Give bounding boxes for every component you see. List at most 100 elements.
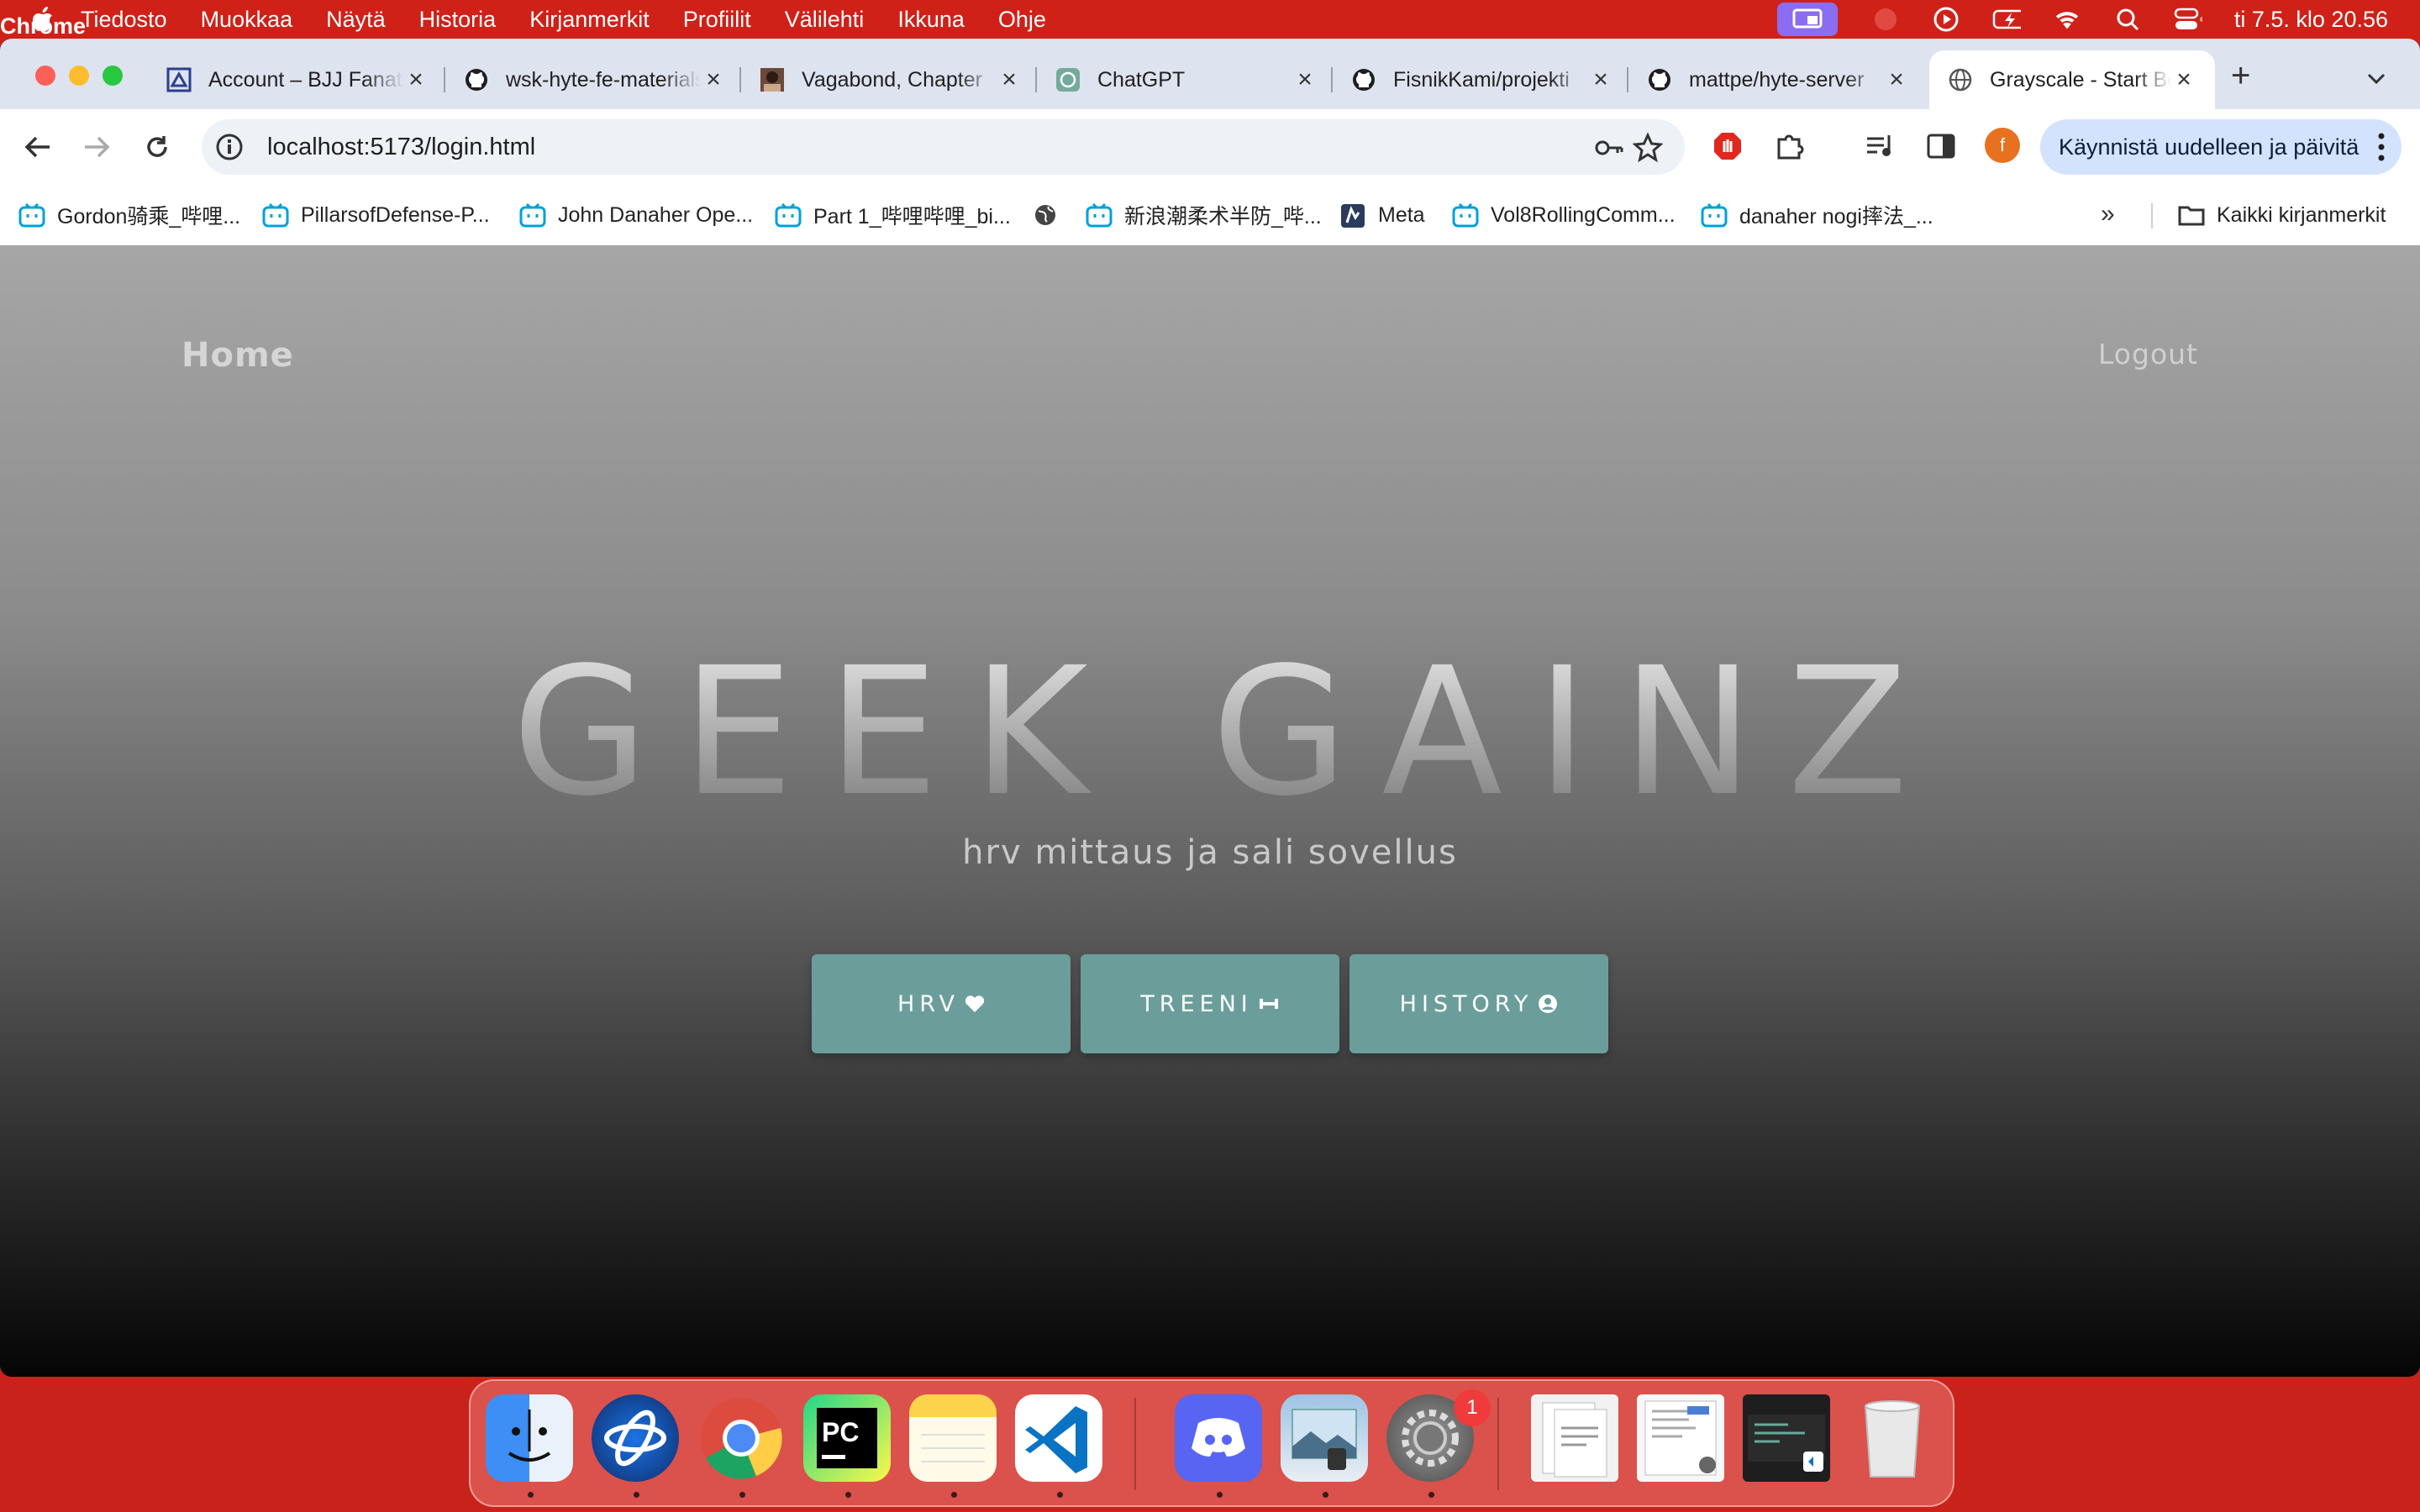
running-indicator <box>1217 1492 1223 1498</box>
site-info-icon[interactable] <box>215 133 244 161</box>
notes-icon[interactable] <box>909 1394 997 1482</box>
record-icon[interactable] <box>1871 7 1900 32</box>
tab-title: Account – BJJ Fanatics <box>208 67 403 92</box>
control-center-icon[interactable] <box>2174 7 2202 32</box>
adblock-extension-icon[interactable] <box>1711 129 1744 163</box>
nav-home-link[interactable]: Home <box>182 336 294 375</box>
browser-toolbar: localhost:5173/login.html f Käynnistä uu… <box>0 109 2420 185</box>
hero-subtitle: hrv mittaus ja sali sovellus <box>962 833 1458 872</box>
bookmark-item[interactable]: Gordon骑乘_哔哩... <box>18 200 240 230</box>
back-arrow-icon[interactable] <box>15 124 60 170</box>
new-tab-plus-icon[interactable]: + <box>2231 57 2250 95</box>
document-thumbnail-icon[interactable] <box>1531 1394 1618 1482</box>
menu-valilehti[interactable]: Välilehti <box>785 7 865 33</box>
url-text[interactable]: localhost:5173/login.html <box>267 134 535 161</box>
fullscreen-window-button[interactable] <box>103 66 123 86</box>
more-vertical-icon[interactable] <box>2378 133 2385 161</box>
nav-logout-link[interactable]: Logout <box>2098 338 2198 370</box>
tab-bjj-fanatics[interactable]: Account – BJJ Fanatics × <box>166 50 429 109</box>
extensions-puzzle-icon[interactable] <box>1773 129 1807 163</box>
battery-charging-icon[interactable] <box>1992 7 2021 32</box>
menu-tiedosto[interactable]: Tiedosto <box>81 7 167 33</box>
menu-historia[interactable]: Historia <box>419 7 497 33</box>
chrome-icon[interactable] <box>697 1394 785 1482</box>
update-relaunch-button[interactable]: Käynnistä uudelleen ja päivitä <box>2040 119 2402 175</box>
bookmark-item[interactable]: 新浪潮柔术半防_哔... <box>1086 200 1322 230</box>
reload-icon[interactable] <box>134 124 180 170</box>
tab-wsk-hyte[interactable]: wsk-hyte-fe-materials × <box>464 50 726 109</box>
terminal-window-thumbnail-icon[interactable] <box>1743 1394 1830 1482</box>
minimize-window-button[interactable] <box>69 66 89 86</box>
menu-nayta[interactable]: Näytä <box>326 7 386 33</box>
bookmark-item[interactable]: PillarsofDefense-P... <box>262 200 490 230</box>
hrv-button-label: HRV <box>897 990 960 1017</box>
bookmark-item[interactable] <box>1032 200 1071 230</box>
close-tab-icon[interactable]: × <box>1588 66 1613 94</box>
password-key-icon[interactable] <box>1594 133 1624 163</box>
spotlight-search-icon[interactable] <box>2113 7 2142 32</box>
tab-chatgpt[interactable]: ChatGPT × <box>1055 50 1318 109</box>
github-icon <box>464 67 489 92</box>
close-tab-icon[interactable]: × <box>701 66 726 94</box>
bookmark-star-icon[interactable] <box>1633 133 1663 163</box>
close-tab-icon[interactable]: × <box>997 66 1022 94</box>
hrv-button[interactable]: HRV <box>812 954 1071 1053</box>
preview-icon[interactable] <box>1281 1394 1368 1482</box>
play-icon[interactable] <box>1932 7 1960 32</box>
close-tab-icon[interactable]: × <box>2171 66 2196 94</box>
vscode-icon[interactable] <box>1015 1394 1102 1482</box>
forward-arrow-icon[interactable] <box>74 124 119 170</box>
treeni-button[interactable]: TREENI <box>1081 954 1339 1053</box>
address-bar[interactable]: localhost:5173/login.html <box>202 119 1685 175</box>
hero-button-row: HRV TREENI HISTORY <box>812 954 1618 1053</box>
history-button[interactable]: HISTORY <box>1349 954 1608 1053</box>
running-indicator <box>739 1492 745 1498</box>
bilibili-icon <box>519 202 546 228</box>
close-tab-icon[interactable]: × <box>1884 66 1909 94</box>
tab-mattpe[interactable]: mattpe/hyte-server × <box>1647 50 1909 109</box>
discord-icon[interactable] <box>1175 1394 1262 1482</box>
bookmark-item[interactable]: Meta <box>1339 200 1425 230</box>
pycharm-icon[interactable]: PC <box>803 1394 891 1482</box>
menubar-clock[interactable]: ti 7.5. klo 20.56 <box>2234 7 2388 33</box>
menu-profiilit[interactable]: Profiilit <box>683 7 751 33</box>
running-indicator <box>845 1492 851 1498</box>
bookmark-label: Vol8RollingComm... <box>1491 202 1676 227</box>
bookmark-label: PillarsofDefense-P... <box>301 202 490 227</box>
github-icon <box>1647 67 1672 92</box>
menu-muokkaa[interactable]: Muokkaa <box>201 7 293 33</box>
folder-icon <box>2178 206 2205 226</box>
bilibili-icon <box>18 202 45 228</box>
heart-icon <box>965 995 985 1012</box>
side-panel-icon[interactable] <box>1924 129 1958 163</box>
media-controls-icon[interactable] <box>1864 129 1897 163</box>
bookmark-item[interactable]: danaher nogi摔法_... <box>1701 200 1933 230</box>
screenshot-thumbnail-icon[interactable] <box>1637 1394 1724 1482</box>
wifi-icon[interactable] <box>2053 7 2081 32</box>
all-bookmarks-folder[interactable]: Kaikki kirjanmerkit <box>2178 200 2386 230</box>
bookmark-item[interactable]: John Danaher Ope... <box>519 200 753 230</box>
tab-fisnikkami[interactable]: FisnikKami/projekti × <box>1351 50 1613 109</box>
finder-icon[interactable] <box>486 1394 573 1482</box>
profile-avatar[interactable]: f <box>1985 128 2020 163</box>
close-tab-icon[interactable]: × <box>403 66 429 94</box>
close-window-button[interactable] <box>35 66 55 86</box>
menu-ikkuna[interactable]: Ikkuna <box>897 7 965 33</box>
tab-separator <box>1331 67 1333 92</box>
menu-kirjanmerkit[interactable]: Kirjanmerkit <box>529 7 650 33</box>
bookmark-item[interactable]: Part 1_哔哩哔哩_bi... <box>775 200 1011 230</box>
close-tab-icon[interactable]: × <box>1292 66 1318 94</box>
running-indicator <box>528 1492 534 1498</box>
trash-icon[interactable] <box>1849 1394 1936 1482</box>
more-bookmarks-chevron-icon[interactable]: » <box>2101 200 2115 228</box>
tab-grayscale-active[interactable]: Grayscale - Start Bootstrap × <box>1929 50 2215 109</box>
tab-vagabond[interactable]: Vagabond, Chapter × <box>760 50 1022 109</box>
tab-search-chevron-icon[interactable] <box>2358 60 2395 97</box>
dock-separator <box>1134 1398 1136 1490</box>
bookmark-item[interactable]: Vol8RollingComm... <box>1452 200 1676 230</box>
menu-ohje[interactable]: Ohje <box>998 7 1046 33</box>
screen-mirroring-icon[interactable] <box>1776 3 1838 36</box>
bilibili-icon <box>1452 202 1479 228</box>
battlenet-icon[interactable] <box>592 1394 679 1482</box>
tab-title: Vagabond, Chapter <box>802 67 982 92</box>
